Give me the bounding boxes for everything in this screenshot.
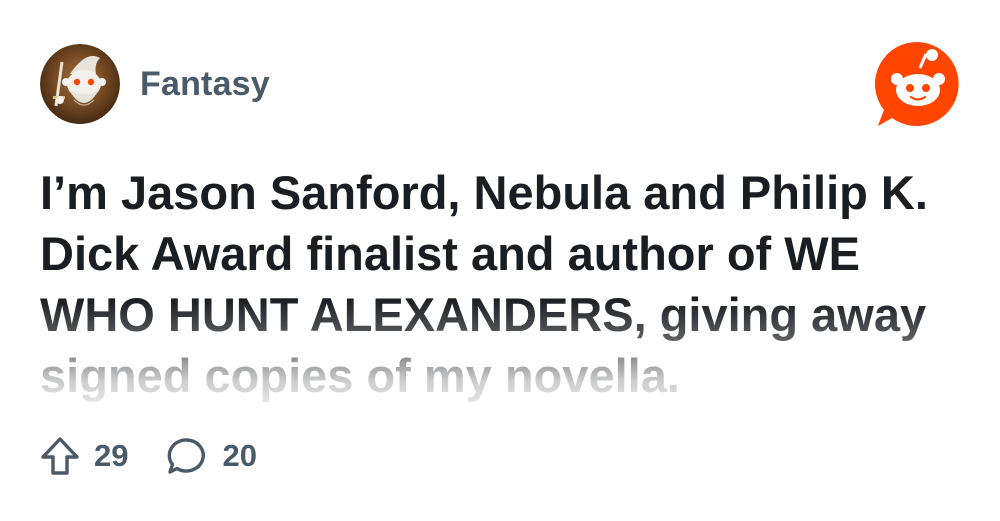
community-name[interactable]: Fantasy <box>140 65 270 104</box>
comments-button[interactable]: 20 <box>166 436 257 476</box>
upvote-arrow-icon <box>41 437 79 475</box>
community-avatar[interactable] <box>40 44 120 124</box>
upvote-button[interactable]: 29 <box>40 436 128 476</box>
post-title[interactable]: I’m Jason Sanford, Nebula and Philip K. … <box>40 162 960 406</box>
post-header: Fantasy <box>40 44 270 124</box>
reddit-snoo-icon <box>874 41 959 127</box>
post-card[interactable]: Fantasy I’m Jason Sanford, Nebula and Ph… <box>0 0 1000 521</box>
comments-count: 20 <box>222 438 257 473</box>
post-actions: 29 20 <box>40 434 295 478</box>
upvote-count: 29 <box>94 438 129 473</box>
comment-bubble-icon <box>168 438 206 474</box>
fantasy-wizard-snoo-avatar-icon <box>40 44 120 124</box>
reddit-logo <box>872 38 964 130</box>
